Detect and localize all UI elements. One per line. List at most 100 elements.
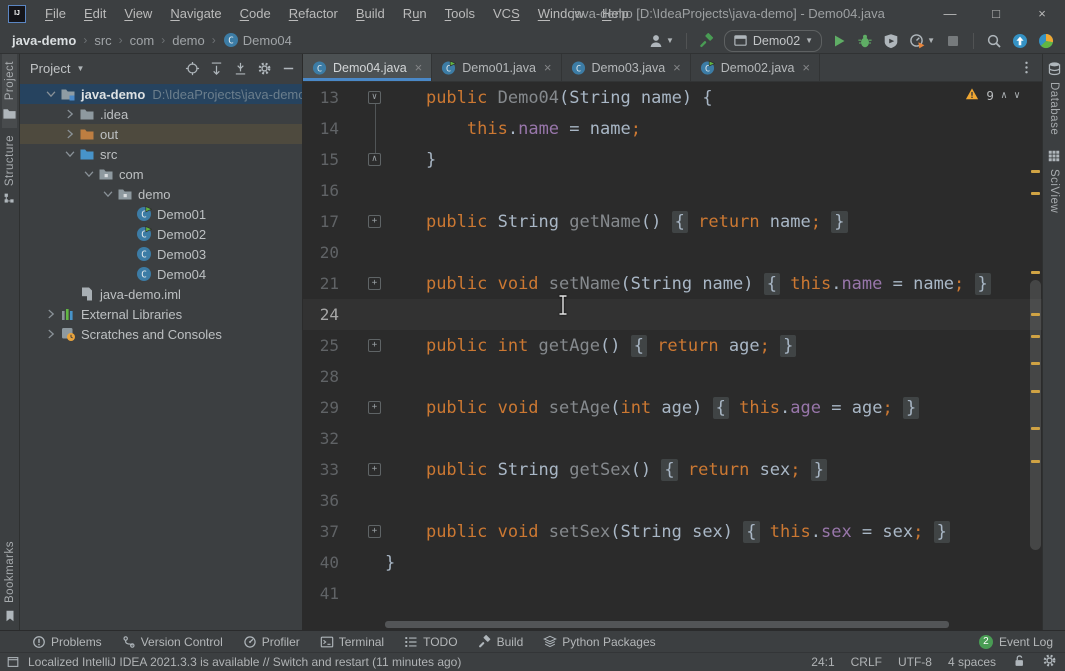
tool-button-bookmarks[interactable]: Bookmarks [3, 534, 17, 630]
tree-item-out[interactable]: out [20, 124, 302, 144]
breadcrumb-demo[interactable]: demo [172, 33, 205, 48]
chevron-down-icon[interactable] [42, 87, 60, 101]
line-separator[interactable]: CRLF [851, 655, 882, 669]
locate-file-button[interactable] [185, 61, 200, 76]
breadcrumb-java-demo[interactable]: java-demo [12, 33, 76, 48]
file-encoding[interactable]: UTF-8 [898, 655, 932, 669]
unfold-icon[interactable]: + [368, 401, 381, 414]
menu-navigate[interactable]: Navigate [161, 0, 230, 27]
chevron-down-icon[interactable] [61, 147, 79, 161]
tool-button-project[interactable]: Project [2, 54, 17, 128]
platform-update-button[interactable] [1011, 32, 1029, 50]
toolwindow-button-version-control[interactable]: Version Control [112, 631, 233, 652]
chevron-right-icon[interactable] [61, 107, 79, 121]
toolwindow-button-build[interactable]: Build [468, 631, 534, 652]
toolwindow-button-todo[interactable]: TODO [394, 631, 467, 652]
unfold-icon[interactable]: + [368, 277, 381, 290]
inspection-widget[interactable]: 9 ∧ ∨ [965, 87, 1020, 104]
close-tab-icon[interactable]: × [544, 60, 552, 75]
tool-button-sciview[interactable]: SciView [1047, 142, 1061, 220]
chevron-right-icon[interactable] [42, 327, 60, 341]
tree-item-demo04[interactable]: CDemo04 [20, 264, 302, 284]
editor-area[interactable]: 13∨ public Demo04(String name) {14 this.… [303, 82, 1042, 630]
run-button[interactable] [830, 32, 848, 50]
next-warning-icon[interactable]: ∨ [1014, 90, 1020, 101]
unfold-icon[interactable]: + [368, 463, 381, 476]
unfold-icon[interactable]: + [368, 525, 381, 538]
chevron-right-icon[interactable] [61, 127, 79, 141]
run-coverage-button[interactable] [882, 32, 900, 50]
menu-tools[interactable]: Tools [436, 0, 484, 27]
tab-demo01-java[interactable]: CDemo01.java× [432, 54, 561, 81]
settings-gear-icon[interactable] [1042, 653, 1057, 671]
search-everywhere-button[interactable] [985, 32, 1003, 50]
menu-run[interactable]: Run [394, 0, 436, 27]
profiler-button[interactable]: ▼ [908, 32, 936, 50]
expand-all-button[interactable] [209, 61, 224, 76]
build-button[interactable] [698, 32, 716, 50]
fold-icon[interactable]: ∨ [368, 91, 381, 104]
breadcrumb-src[interactable]: src [94, 33, 111, 48]
menu-view[interactable]: View [115, 0, 161, 27]
toolwindow-button-problems[interactable]: Problems [22, 631, 112, 652]
tree-item-scratches-and-consoles[interactable]: Scratches and Consoles [20, 324, 302, 344]
toolwindow-toggle-icon[interactable] [6, 655, 20, 669]
toolwindow-button-python-packages[interactable]: Python Packages [533, 631, 665, 652]
tree-item-idea[interactable]: .idea [20, 104, 302, 124]
menu-refactor[interactable]: Refactor [280, 0, 347, 27]
tree-item-com[interactable]: com [20, 164, 302, 184]
tree-item-demo[interactable]: demo [20, 184, 302, 204]
vertical-scrollbar[interactable] [1030, 280, 1041, 550]
menu-vcs[interactable]: VCS [484, 0, 529, 27]
menu-file[interactable]: File [36, 0, 75, 27]
collapse-all-button[interactable] [233, 61, 248, 76]
hide-panel-button[interactable] [281, 61, 296, 76]
toolwindow-button-terminal[interactable]: Terminal [310, 631, 394, 652]
tab-demo03-java[interactable]: CDemo03.java× [562, 54, 691, 81]
tree-item-external-libraries[interactable]: External Libraries [20, 304, 302, 324]
close-button[interactable]: × [1019, 0, 1065, 27]
close-tab-icon[interactable]: × [673, 60, 681, 75]
debug-button[interactable] [856, 32, 874, 50]
stop-button[interactable] [944, 32, 962, 50]
chevron-right-icon[interactable] [42, 307, 60, 321]
unfold-icon[interactable]: + [368, 215, 381, 228]
fold-icon[interactable]: ∧ [368, 153, 381, 166]
user-menu-button[interactable]: ▼ [647, 32, 675, 50]
unfold-icon[interactable]: + [368, 339, 381, 352]
horizontal-scrollbar[interactable] [385, 621, 1026, 628]
project-view-selector[interactable]: Project ▼ [30, 61, 84, 76]
menu-build[interactable]: Build [347, 0, 394, 27]
lock-icon[interactable] [1012, 654, 1026, 671]
close-tab-icon[interactable]: × [802, 60, 810, 75]
menu-edit[interactable]: Edit [75, 0, 115, 27]
event-log-button[interactable]: 2 Event Log [967, 635, 1065, 649]
tree-item-java-demo-iml[interactable]: java-demo.iml [20, 284, 302, 304]
chevron-down-icon[interactable] [80, 167, 98, 181]
tab-demo02-java[interactable]: CDemo02.java× [691, 54, 820, 81]
tree-item-src[interactable]: src [20, 144, 302, 164]
tool-button-database[interactable]: Database [1047, 54, 1062, 142]
prev-warning-icon[interactable]: ∧ [1001, 90, 1007, 101]
menu-code[interactable]: Code [231, 0, 280, 27]
indent-style[interactable]: 4 spaces [948, 655, 996, 669]
breadcrumb-demo04[interactable]: CDemo04 [223, 32, 292, 48]
status-message[interactable]: Localized IntelliJ IDEA 2021.3.3 is avai… [28, 655, 461, 669]
run-config-combo[interactable]: Demo02▼ [724, 30, 822, 52]
close-tab-icon[interactable]: × [415, 60, 423, 75]
project-settings-button[interactable] [257, 61, 272, 76]
minimize-button[interactable]: — [927, 0, 973, 27]
ide-features-button[interactable] [1037, 32, 1055, 50]
caret-position[interactable]: 24:1 [811, 655, 834, 669]
tool-button-structure[interactable]: Structure [3, 128, 16, 212]
breadcrumb-com[interactable]: com [130, 33, 155, 48]
toolwindow-button-profiler[interactable]: Profiler [233, 631, 310, 652]
tab-options-button[interactable] [1011, 54, 1042, 81]
maximize-button[interactable]: □ [973, 0, 1019, 27]
tab-demo04-java[interactable]: CDemo04.java× [303, 54, 432, 81]
tree-item-java-demo[interactable]: java-demoD:\IdeaProjects\java-demo [20, 84, 302, 104]
tree-item-demo02[interactable]: CDemo02 [20, 224, 302, 244]
chevron-down-icon[interactable] [99, 187, 117, 201]
tree-item-demo03[interactable]: CDemo03 [20, 244, 302, 264]
tree-item-demo01[interactable]: CDemo01 [20, 204, 302, 224]
